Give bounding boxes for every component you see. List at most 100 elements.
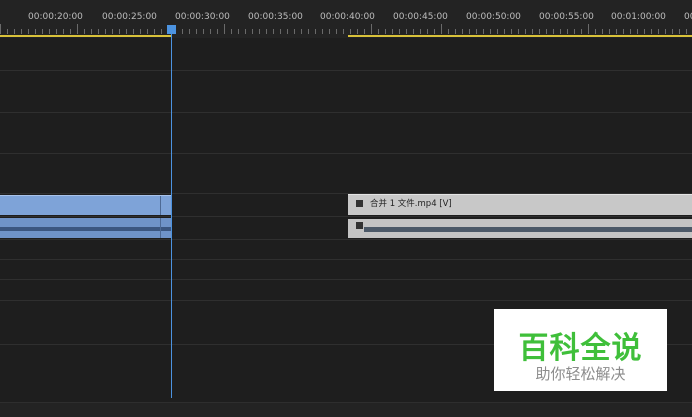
work-area-bar[interactable]: [0, 35, 171, 37]
ruler-tick: [392, 29, 393, 34]
timecode-label: 00:00:35:00: [248, 12, 303, 22]
ruler-tick: [399, 29, 400, 34]
timecode-label: 00:00:40:00: [320, 12, 375, 22]
time-ruler[interactable]: 00:00:20:00 00:00:25:00 00:00:30:00 00:0…: [0, 0, 692, 38]
ruler-tick: [406, 29, 407, 34]
timecode-label: 00:00:50:00: [466, 12, 521, 22]
ruler-tick: [112, 29, 113, 34]
ruler-tick: [434, 29, 435, 34]
ruler-tick: [371, 24, 372, 34]
ruler-tick: [49, 29, 50, 34]
ruler-tick: [63, 29, 64, 34]
ruler-tick: [14, 29, 15, 34]
ruler-tick: [665, 29, 666, 34]
ruler-tick: [98, 29, 99, 34]
ruler-tick: [385, 29, 386, 34]
ruler-tick: [119, 29, 120, 34]
audio-waveform: [364, 227, 692, 232]
horizontal-scrollbar[interactable]: [0, 402, 692, 417]
ruler-tick: [336, 29, 337, 34]
ruler-tick: [84, 29, 85, 34]
ruler-tick: [476, 29, 477, 34]
ruler-tick: [77, 24, 78, 34]
track-divider: [0, 153, 692, 154]
ruler-tick: [196, 29, 197, 34]
ruler-tick: [259, 29, 260, 34]
ruler-tick: [658, 29, 659, 34]
ruler-tick: [679, 29, 680, 34]
ruler-tick: [126, 29, 127, 34]
track-divider: [0, 300, 692, 301]
ruler-tick: [567, 29, 568, 34]
ruler-tick: [448, 29, 449, 34]
timecode-label: 00:00:55:00: [539, 12, 594, 22]
ruler-tick: [518, 29, 519, 34]
ruler-tick: [546, 29, 547, 34]
ruler-tick: [182, 29, 183, 34]
ruler-tick: [231, 29, 232, 34]
ruler-tick: [266, 29, 267, 34]
ruler-tick: [581, 29, 582, 34]
ruler-tick: [308, 29, 309, 34]
track-divider: [0, 279, 692, 280]
ruler-tick: [322, 29, 323, 34]
ruler-tick: [497, 29, 498, 34]
ruler-tick: [210, 29, 211, 34]
ruler-tick: [623, 29, 624, 34]
ruler-tick: [42, 29, 43, 34]
ruler-tick: [588, 24, 589, 34]
audio-waveform: [161, 227, 171, 231]
ruler-tick: [252, 29, 253, 34]
ruler-tick: [238, 29, 239, 34]
ruler-tick: [490, 29, 491, 34]
ruler-tick: [343, 29, 344, 34]
track-divider: [0, 112, 692, 113]
track-divider: [0, 216, 692, 217]
ruler-tick: [35, 29, 36, 34]
playhead-line[interactable]: [171, 30, 172, 398]
ruler-tick: [441, 24, 442, 34]
timecode-label: 00:00:45:00: [393, 12, 448, 22]
watermark-logo: 百科全说 助你轻松解决: [494, 309, 667, 391]
ruler-tick: [56, 29, 57, 34]
audio-clip[interactable]: [348, 219, 692, 238]
video-clip-selected[interactable]: [0, 195, 171, 215]
timecode-label: 00:00:20:00: [28, 12, 83, 22]
ruler-tick: [294, 29, 295, 34]
ruler-tick: [7, 29, 8, 34]
ruler-tick: [511, 29, 512, 34]
ruler-tick: [574, 29, 575, 34]
ruler-tick: [203, 29, 204, 34]
ruler-tick: [70, 29, 71, 34]
ruler-tick: [637, 29, 638, 34]
ruler-tick: [364, 29, 365, 34]
video-clip[interactable]: 合并 1 文件.mp4 [V]: [348, 194, 692, 215]
ruler-tick: [455, 29, 456, 34]
ruler-tick: [525, 29, 526, 34]
ruler-tick: [651, 29, 652, 34]
ruler-tick: [273, 29, 274, 34]
ruler-tick: [469, 29, 470, 34]
ruler-tick: [217, 29, 218, 34]
timecode-label: 00:00:30:00: [175, 12, 230, 22]
ruler-tick: [553, 29, 554, 34]
ruler-tick: [315, 29, 316, 34]
watermark-title: 百科全说: [518, 331, 643, 366]
audio-clip-selected[interactable]: [0, 218, 171, 238]
ruler-tick: [686, 29, 687, 34]
playhead-handle[interactable]: [167, 25, 176, 34]
timecode-label: 00:01:05:00: [684, 12, 692, 22]
ruler-tick: [154, 29, 155, 34]
clip-edit-point[interactable]: [160, 218, 161, 238]
ruler-tick: [245, 29, 246, 34]
clip-edit-point[interactable]: [160, 196, 161, 215]
ruler-tick: [105, 29, 106, 34]
work-area-bar[interactable]: [348, 35, 692, 37]
ruler-tick: [532, 29, 533, 34]
ruler-tick: [539, 29, 540, 34]
watermark-subtitle: 助你轻松解决: [535, 365, 626, 383]
ruler-tick: [602, 29, 603, 34]
ruler-tick: [378, 29, 379, 34]
track-divider: [0, 239, 692, 240]
ruler-tick: [427, 29, 428, 34]
